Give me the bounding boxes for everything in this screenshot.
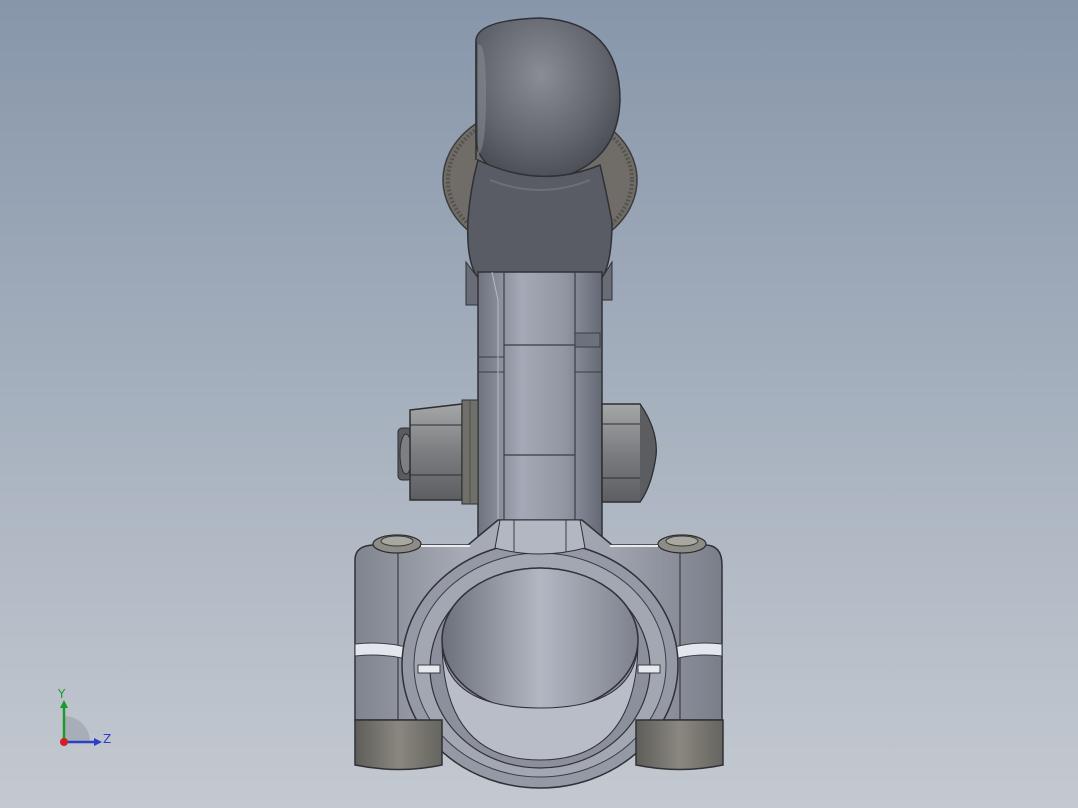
z-axis-label: Z xyxy=(103,732,112,746)
right-cap-nut xyxy=(601,403,657,503)
left-hex-nut xyxy=(397,399,479,505)
view-orientation-triad: Y Z xyxy=(50,686,120,752)
mount-arm xyxy=(477,271,603,540)
handlebar-mount-model[interactable] xyxy=(0,0,1078,808)
3d-graphics-viewport[interactable]: Y Z xyxy=(0,0,1078,808)
y-axis-label: Y xyxy=(58,687,66,701)
